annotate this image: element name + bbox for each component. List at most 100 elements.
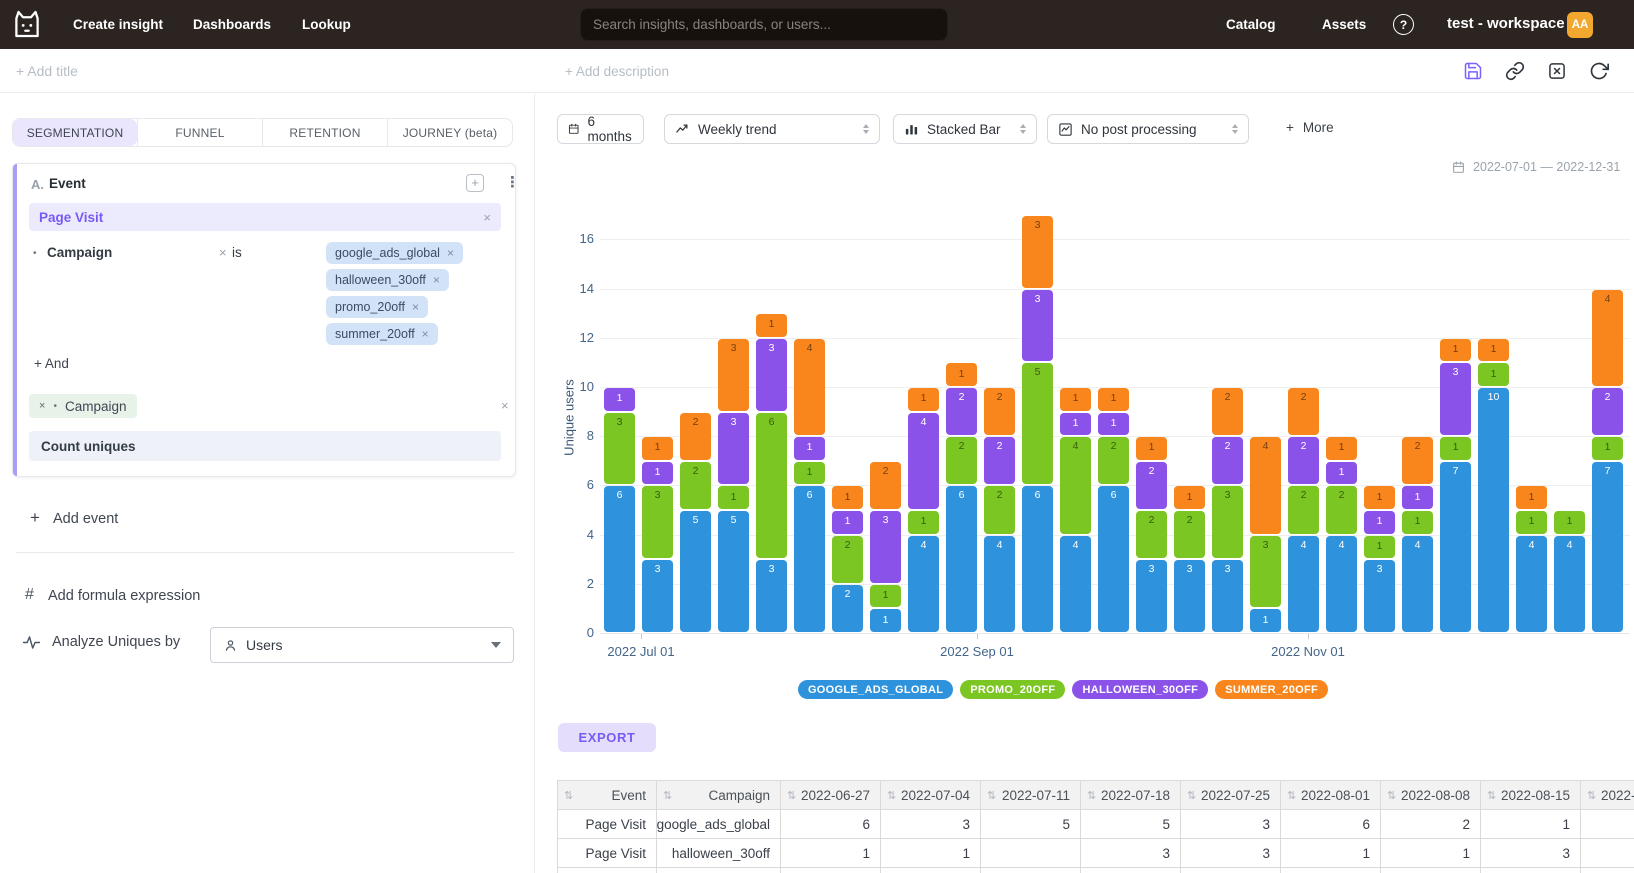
sort-icon[interactable]: ⇅ bbox=[987, 789, 996, 802]
legend-pill-halloween_30off[interactable]: HALLOWEEN_30OFF bbox=[1072, 680, 1208, 699]
bar-segment-promo_20off[interactable]: 1 bbox=[1592, 437, 1623, 460]
cat-logo-icon[interactable] bbox=[10, 7, 44, 41]
legend-pill-summer_20off[interactable]: SUMMER_20OFF bbox=[1215, 680, 1328, 699]
bar-segment-promo_20off[interactable]: 1 bbox=[870, 585, 901, 608]
bar-segment-google_ads_global[interactable]: 2 bbox=[832, 585, 863, 632]
add-title-button[interactable]: + Add title bbox=[16, 63, 78, 79]
group-by-chip[interactable]: × • Campaign bbox=[29, 394, 137, 418]
bar-segment-summer_20off[interactable]: 2 bbox=[680, 413, 711, 460]
bar-segment-promo_20off[interactable]: 5 bbox=[1022, 363, 1053, 484]
bar-segment-summer_20off[interactable]: 1 bbox=[642, 437, 673, 460]
bar-segment-google_ads_global[interactable]: 4 bbox=[1402, 536, 1433, 632]
filter-value-chip[interactable]: summer_20off× bbox=[326, 323, 438, 345]
nav-lookup[interactable]: Lookup bbox=[302, 17, 351, 32]
bar-segment-google_ads_global[interactable]: 7 bbox=[1440, 462, 1471, 632]
remove-value-icon[interactable]: × bbox=[447, 246, 454, 260]
remove-value-icon[interactable]: × bbox=[422, 327, 429, 341]
bar-segment-halloween_30off[interactable]: 2 bbox=[984, 437, 1015, 484]
bar-segment-google_ads_global[interactable]: 4 bbox=[1516, 536, 1547, 632]
bar-segment-promo_20off[interactable]: 2 bbox=[1098, 437, 1129, 484]
bar-segment-promo_20off[interactable]: 3 bbox=[1250, 536, 1281, 608]
nav-dashboards[interactable]: Dashboards bbox=[193, 17, 271, 32]
bar-segment-promo_20off[interactable]: 1 bbox=[718, 486, 749, 509]
nav-catalog[interactable]: Catalog bbox=[1226, 17, 1276, 32]
sort-icon[interactable]: ⇅ bbox=[887, 789, 896, 802]
event-menu-icon[interactable]: ⋮ bbox=[505, 173, 520, 191]
bar-segment-halloween_30off[interactable]: 2 bbox=[1592, 388, 1623, 435]
bar-segment-halloween_30off[interactable]: 2 bbox=[1288, 437, 1319, 484]
avatar[interactable]: AA bbox=[1567, 12, 1593, 38]
bar-segment-promo_20off[interactable]: 2 bbox=[1288, 486, 1319, 533]
date-range-button[interactable]: 6 months bbox=[557, 114, 644, 144]
bar-segment-summer_20off[interactable]: 4 bbox=[1250, 437, 1281, 533]
bar-segment-google_ads_global[interactable]: 5 bbox=[718, 511, 749, 632]
bar-segment-summer_20off[interactable]: 3 bbox=[1022, 216, 1053, 288]
link-icon[interactable] bbox=[1505, 61, 1525, 81]
nav-create-insight[interactable]: Create insight bbox=[73, 17, 163, 32]
sort-icon[interactable]: ⇅ bbox=[1287, 789, 1296, 802]
remove-value-icon[interactable]: × bbox=[433, 273, 440, 287]
column-header-2022-07-18[interactable]: ⇅2022-07-18 bbox=[1081, 781, 1181, 810]
bar-segment-summer_20off[interactable]: 1 bbox=[1326, 437, 1357, 460]
bar-segment-google_ads_global[interactable]: 5 bbox=[680, 511, 711, 632]
chart-type-select[interactable]: Stacked Bar bbox=[893, 114, 1037, 144]
bar-segment-summer_20off[interactable]: 2 bbox=[1288, 388, 1319, 435]
add-and-condition-button[interactable]: + And bbox=[34, 356, 69, 371]
remove-event-icon[interactable]: × bbox=[483, 210, 491, 225]
remove-value-icon[interactable]: × bbox=[412, 300, 419, 314]
filter-value-chip[interactable]: halloween_30off× bbox=[326, 269, 449, 291]
bar-segment-promo_20off[interactable]: 1 bbox=[1478, 363, 1509, 386]
bar-segment-summer_20off[interactable]: 1 bbox=[908, 388, 939, 411]
help-icon[interactable]: ? bbox=[1393, 14, 1414, 35]
bar-segment-summer_20off[interactable]: 1 bbox=[832, 486, 863, 509]
remove-filter-icon[interactable]: × bbox=[219, 245, 227, 260]
bar-segment-halloween_30off[interactable]: 2 bbox=[1136, 462, 1167, 509]
bar-segment-halloween_30off[interactable]: 1 bbox=[642, 462, 673, 485]
bar-segment-summer_20off[interactable]: 1 bbox=[1136, 437, 1167, 460]
bar-segment-google_ads_global[interactable]: 1 bbox=[870, 609, 901, 632]
bar-segment-google_ads_global[interactable]: 4 bbox=[1554, 536, 1585, 632]
add-event-button[interactable]: Add event bbox=[53, 511, 118, 527]
bar-segment-promo_20off[interactable]: 3 bbox=[1212, 486, 1243, 558]
remove-group-by-icon[interactable]: × bbox=[39, 400, 45, 412]
bar-segment-halloween_30off[interactable]: 1 bbox=[832, 511, 863, 534]
bar-segment-google_ads_global[interactable]: 7 bbox=[1592, 462, 1623, 632]
bar-segment-promo_20off[interactable]: 2 bbox=[1174, 511, 1205, 558]
bar-segment-google_ads_global[interactable]: 3 bbox=[1136, 560, 1167, 632]
tab-segmentation[interactable]: SEGMENTATION bbox=[13, 119, 137, 146]
column-header-2022-08-01[interactable]: ⇅2022-08-01 bbox=[1281, 781, 1381, 810]
bar-segment-promo_20off[interactable]: 2 bbox=[1136, 511, 1167, 558]
column-header-event[interactable]: ⇅Event bbox=[558, 781, 657, 810]
workspace-name[interactable]: test - workspace bbox=[1447, 15, 1565, 32]
search-input[interactable] bbox=[580, 8, 948, 41]
add-filter-icon[interactable]: + bbox=[466, 174, 484, 192]
bar-segment-halloween_30off[interactable]: 3 bbox=[756, 339, 787, 411]
bar-segment-halloween_30off[interactable]: 3 bbox=[1440, 363, 1471, 435]
bar-segment-halloween_30off[interactable]: 4 bbox=[908, 413, 939, 509]
sort-icon[interactable]: ⇅ bbox=[1187, 789, 1196, 802]
aggregation-select[interactable]: Count uniques bbox=[29, 431, 501, 461]
bar-segment-promo_20off[interactable]: 2 bbox=[984, 486, 1015, 533]
bar-segment-promo_20off[interactable]: 3 bbox=[642, 486, 673, 558]
more-options-button[interactable]: + More bbox=[1286, 120, 1334, 135]
add-event-plus-icon[interactable]: + bbox=[30, 508, 40, 528]
bar-segment-summer_20off[interactable]: 1 bbox=[946, 363, 977, 386]
column-header-2022-08-15[interactable]: ⇅2022-08-15 bbox=[1481, 781, 1581, 810]
bar-segment-summer_20off[interactable]: 1 bbox=[1364, 486, 1395, 509]
bar-segment-google_ads_global[interactable]: 10 bbox=[1478, 388, 1509, 632]
bar-segment-google_ads_global[interactable]: 4 bbox=[908, 536, 939, 632]
add-description-button[interactable]: + Add description bbox=[565, 64, 669, 79]
bar-segment-summer_20off[interactable]: 2 bbox=[1402, 437, 1433, 484]
bar-segment-halloween_30off[interactable]: 1 bbox=[1364, 511, 1395, 534]
save-icon[interactable] bbox=[1463, 61, 1483, 81]
bar-segment-halloween_30off[interactable]: 2 bbox=[946, 388, 977, 435]
column-header-2022-07-11[interactable]: ⇅2022-07-11 bbox=[981, 781, 1081, 810]
sort-icon[interactable]: ⇅ bbox=[1087, 789, 1096, 802]
bar-segment-summer_20off[interactable]: 3 bbox=[718, 339, 749, 411]
bar-segment-google_ads_global[interactable]: 4 bbox=[1288, 536, 1319, 632]
add-formula-button[interactable]: Add formula expression bbox=[48, 588, 200, 604]
bar-segment-summer_20off[interactable]: 4 bbox=[794, 339, 825, 435]
bar-segment-summer_20off[interactable]: 1 bbox=[1440, 339, 1471, 362]
bar-segment-google_ads_global[interactable]: 4 bbox=[984, 536, 1015, 632]
bar-segment-google_ads_global[interactable]: 4 bbox=[1326, 536, 1357, 632]
